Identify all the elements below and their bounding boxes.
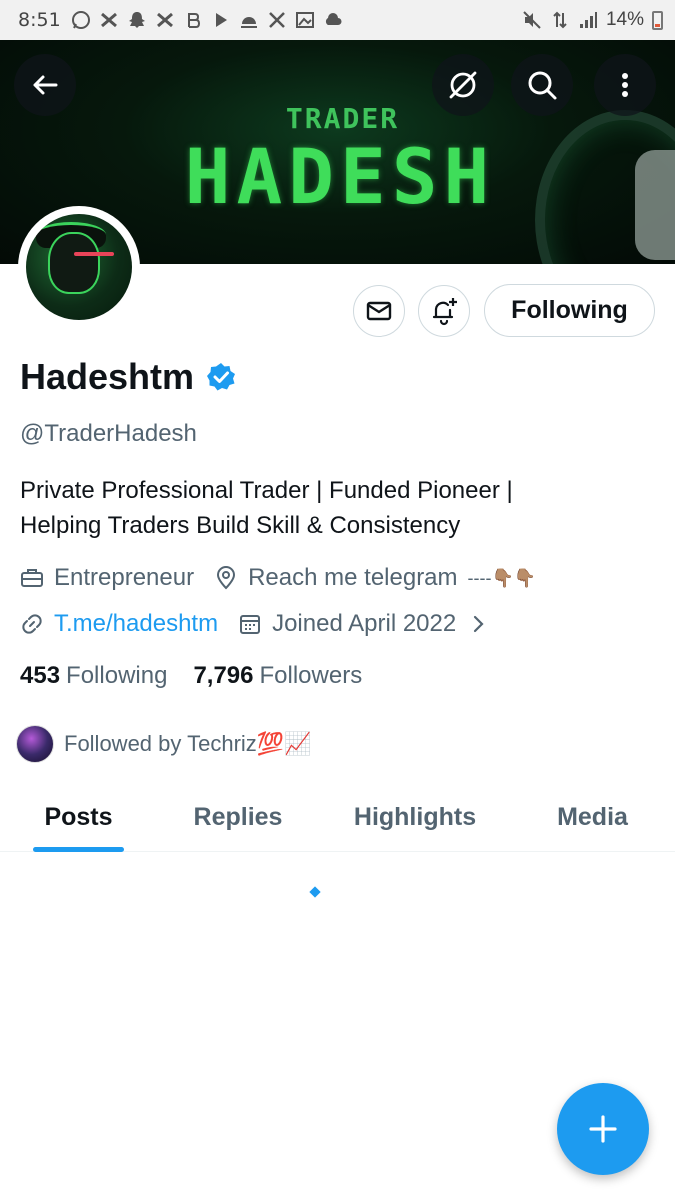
back-arrow-icon: [33, 75, 58, 95]
profile-bio: Private Professional Trader | Funded Pio…: [20, 473, 660, 543]
name-row: Hadeshtm: [20, 356, 236, 398]
grok-icon: [449, 71, 477, 99]
more-vertical-icon: [622, 73, 628, 97]
following-button[interactable]: Following: [484, 284, 655, 337]
profile-handle: @TraderHadesh: [20, 420, 197, 447]
bell-plus-icon: [432, 298, 457, 326]
compose-button[interactable]: [557, 1083, 649, 1175]
following-label: Following: [66, 662, 168, 689]
back-button[interactable]: [14, 54, 76, 116]
battery-icon: [652, 10, 663, 30]
profile-meta-row: Entrepreneur Reach me telegram ----👇🏽👇🏽: [20, 564, 556, 592]
verified-badge-icon[interactable]: [206, 362, 236, 392]
whatsapp-icon: [71, 10, 91, 30]
follower-avatar: [16, 725, 54, 763]
link-icon: [20, 612, 44, 636]
following-count: 453: [20, 662, 61, 689]
following-count-link[interactable]: 453 Following: [20, 662, 167, 690]
joined-label: Joined April 2022: [272, 610, 457, 637]
followed-by[interactable]: Followed by Techriz💯📈: [16, 725, 312, 763]
followers-count-link[interactable]: 7,796 Followers: [193, 662, 362, 690]
location-item: Reach me telegram ----👇🏽👇🏽: [214, 564, 536, 592]
mute-icon: [522, 10, 542, 30]
followers-count: 7,796: [193, 662, 254, 689]
signal-icon: [578, 10, 598, 30]
status-bar: 8:51 14%: [0, 0, 675, 40]
calendar-icon: [238, 612, 262, 636]
plus-icon: [589, 1115, 617, 1143]
location-pin-icon: [214, 566, 238, 590]
search-icon: [528, 71, 557, 100]
grok-button[interactable]: [432, 54, 494, 116]
category-item: Entrepreneur: [20, 564, 194, 592]
tab-posts[interactable]: Posts: [20, 782, 137, 852]
briefcase-icon: [20, 566, 44, 590]
capcut-icon: [155, 10, 175, 30]
location-label: Reach me telegram: [248, 564, 458, 591]
weather-icon: [239, 10, 259, 30]
bio-line: Private Professional Trader | Funded Pio…: [20, 477, 513, 504]
capcut-icon: [99, 10, 119, 30]
avatar-image: [26, 214, 132, 320]
tab-highlights[interactable]: Highlights: [335, 782, 495, 852]
play-icon: [211, 10, 231, 30]
joined-item[interactable]: Joined April 2022: [238, 610, 490, 638]
x-icon: [267, 10, 287, 30]
loading-indicator: [309, 886, 321, 898]
display-name: Hadeshtm: [20, 356, 195, 397]
website-link[interactable]: T.me/hadeshtm: [54, 610, 218, 638]
active-tab-indicator: [33, 847, 124, 852]
battery-percent: 14%: [605, 9, 644, 30]
bitcoin-icon: [183, 10, 203, 30]
followed-by-text: Followed by Techriz💯📈: [64, 731, 312, 756]
follow-counts: 453 Following 7,796 Followers: [20, 662, 362, 690]
location-emoji: ----👇🏽👇🏽: [467, 567, 537, 588]
bio-line: Helping Traders Build Skill & Consistenc…: [20, 512, 461, 539]
search-button[interactable]: [511, 54, 573, 116]
banner-title-line2: HADESH: [184, 132, 496, 221]
mail-icon: [366, 301, 392, 321]
more-button[interactable]: [594, 54, 656, 116]
chevron-right-icon: [466, 612, 490, 636]
notifications-button[interactable]: [418, 285, 470, 337]
tab-media[interactable]: Media: [530, 782, 655, 852]
profile-tabs: Posts Replies Highlights Media: [0, 782, 675, 852]
status-time: 8:51: [18, 9, 61, 31]
followers-label: Followers: [259, 662, 363, 689]
website-item[interactable]: T.me/hadeshtm: [20, 610, 218, 638]
profile-meta-row: T.me/hadeshtm Joined April 2022: [20, 610, 510, 638]
profile-avatar[interactable]: [18, 206, 140, 328]
gallery-icon: [295, 10, 315, 30]
snapchat-icon: [127, 10, 147, 30]
banner-title-line1: TRADER: [285, 102, 400, 135]
cloud-icon: [323, 10, 343, 30]
tab-replies[interactable]: Replies: [170, 782, 306, 852]
data-icon: [550, 10, 570, 30]
category-label: Entrepreneur: [54, 564, 195, 591]
message-button[interactable]: [353, 285, 405, 337]
